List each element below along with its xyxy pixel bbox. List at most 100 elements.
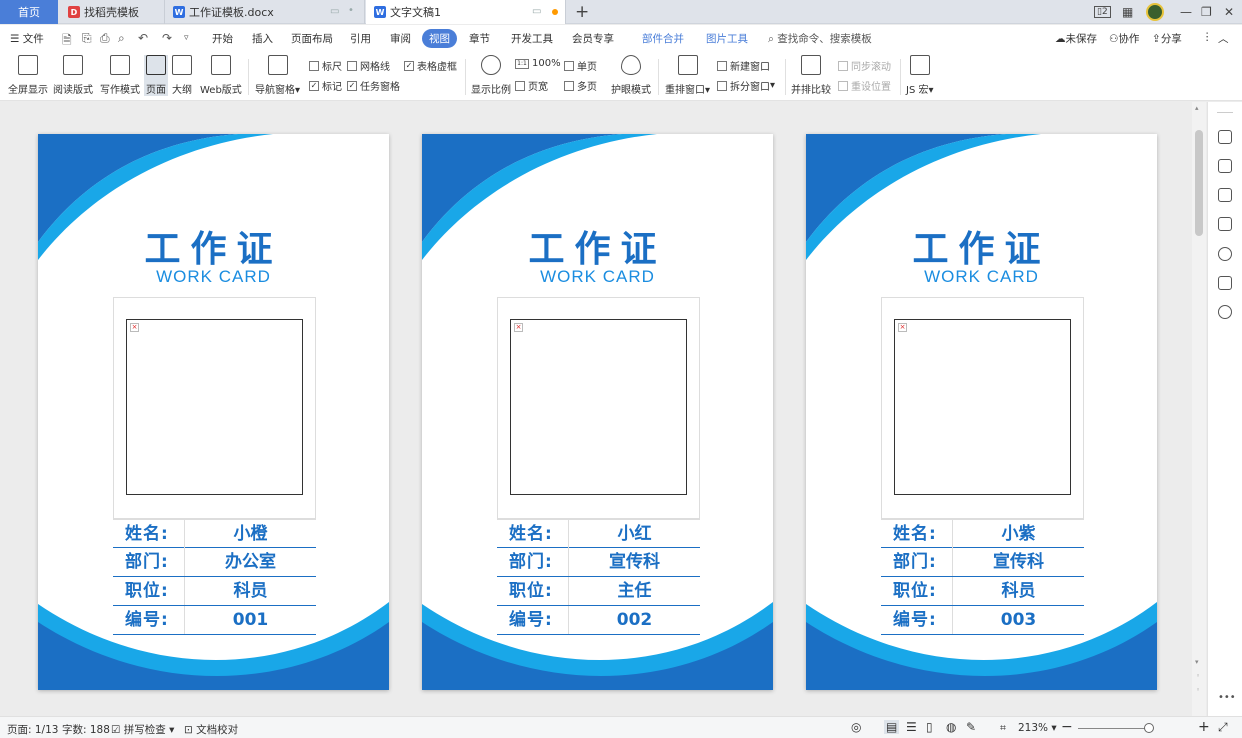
location-icon[interactable] xyxy=(1218,305,1232,319)
sync-scroll-button[interactable]: 同步滚动 xyxy=(838,58,891,73)
dept-value[interactable]: 办公室 xyxy=(184,548,316,576)
split-window-button[interactable]: 拆分窗口 ▾ xyxy=(717,78,775,93)
document-canvas[interactable]: 工作证 WORK CARD × 姓名: 小橙 部门: 办公室 职位: 科员 编号: 00… xyxy=(0,102,1192,716)
scroll-down-icon[interactable]: ▾ xyxy=(1195,658,1199,666)
quick-access-more-icon[interactable]: ▿ xyxy=(184,33,189,43)
position-value[interactable]: 主任 xyxy=(568,577,700,605)
zoom-ratio-button[interactable]: 显示比例 xyxy=(471,55,511,96)
undo-icon[interactable]: ↶ xyxy=(138,31,148,45)
unsaved-button[interactable]: ☁未保存 xyxy=(1055,31,1097,46)
web-status-icon[interactable]: ◍ xyxy=(946,720,956,734)
outline-button[interactable]: 大纲 xyxy=(172,55,192,96)
zoom-slider-knob[interactable] xyxy=(1144,723,1154,733)
window-count-button[interactable]: ▯2 xyxy=(1094,0,1111,24)
name-value[interactable]: 小紫 xyxy=(952,520,1084,548)
reading-status-icon[interactable]: ▯ xyxy=(926,720,933,734)
dept-value[interactable]: 宣传科 xyxy=(568,548,700,576)
dept-value[interactable]: 宣传科 xyxy=(952,548,1084,576)
markup-checkbox[interactable]: ✓ 标记 xyxy=(309,78,342,93)
menu-developer[interactable]: 开发工具 xyxy=(511,31,553,46)
table-border-checkbox[interactable]: ✓ 表格虚框 xyxy=(404,58,457,73)
photo-placeholder[interactable]: × xyxy=(126,319,303,495)
photo-placeholder[interactable]: × xyxy=(894,319,1071,495)
more-menu-icon[interactable]: ⋮ xyxy=(1202,31,1213,43)
reading-layout-button[interactable]: 阅读版式 xyxy=(53,55,93,96)
eye-mode-button[interactable]: 护眼模式 xyxy=(611,55,651,96)
tab-dock-icon[interactable]: ▭ xyxy=(330,6,339,17)
collapse-ribbon-icon[interactable]: ︿ xyxy=(1218,31,1229,46)
page-view-status-icon[interactable]: ▤ xyxy=(884,720,900,734)
avatar[interactable] xyxy=(1146,0,1164,24)
side-compare-button[interactable]: 并排比较 xyxy=(791,55,831,96)
task-pane-checkbox[interactable]: ✓ 任务窗格 xyxy=(347,78,400,93)
writing-mode-button[interactable]: 写作模式 xyxy=(100,55,140,96)
new-window-button[interactable]: 新建窗口 xyxy=(717,58,770,73)
command-search[interactable]: ⌕ 查找命令、搜索模板 xyxy=(768,31,872,46)
export-icon[interactable]: ⎘ xyxy=(82,31,92,46)
next-page-icon[interactable]: ◦ xyxy=(1196,686,1200,694)
name-value[interactable]: 小橙 xyxy=(184,520,316,548)
spell-check-button[interactable]: ☑ 拼写检查 ▾ xyxy=(111,722,174,737)
more-icon[interactable]: ••• xyxy=(1218,692,1236,703)
collaborate-button[interactable]: ⚇协作 xyxy=(1109,31,1139,46)
web-layout-button[interactable]: Web版式 xyxy=(200,55,242,96)
zoom-dropdown[interactable]: 213% ▾ xyxy=(1018,722,1057,734)
menu-section[interactable]: 章节 xyxy=(469,31,490,46)
menu-start[interactable]: 开始 xyxy=(212,31,233,46)
minimize-icon[interactable]: — xyxy=(1180,0,1192,24)
pen-icon[interactable] xyxy=(1218,159,1232,173)
vertical-scrollbar[interactable]: ▴ ▾ ◦ ◦ xyxy=(1192,102,1206,716)
ruler-checkbox[interactable]: 标尺 xyxy=(309,58,342,73)
work-card-page[interactable]: 工作证 WORK CARD × 姓名: 小红 部门: 宣传科 职位: 主任 编号: 00… xyxy=(422,134,773,690)
work-card-page[interactable]: 工作证 WORK CARD × 姓名: 小紫 部门: 宣传科 职位: 科员 编号: 00… xyxy=(806,134,1157,690)
app-grid-icon[interactable]: ▦ xyxy=(1122,0,1133,24)
fullscreen-button[interactable]: 全屏显示 xyxy=(8,55,48,96)
file-menu[interactable]: ☰ 文件 xyxy=(10,31,44,46)
nav-pane-button[interactable]: 导航窗格▾ xyxy=(255,55,300,96)
reset-position-button[interactable]: 重设位置 xyxy=(838,78,891,93)
share-button[interactable]: ⇪分享 xyxy=(1152,31,1182,46)
menu-part-merge[interactable]: 部件合并 xyxy=(642,31,684,46)
new-tab-icon[interactable]: + xyxy=(575,2,589,22)
menu-references[interactable]: 引用 xyxy=(350,31,371,46)
preview-icon[interactable]: ⌕ xyxy=(118,31,125,46)
work-card-page[interactable]: 工作证 WORK CARD × 姓名: 小橙 部门: 办公室 职位: 科员 编号: 00… xyxy=(38,134,389,690)
fit-page-icon[interactable]: ⌗ xyxy=(1000,722,1006,735)
rocket-icon[interactable] xyxy=(1218,130,1232,144)
doc-proof-button[interactable]: ⊡ 文档校对 xyxy=(184,722,238,737)
menu-review[interactable]: 审阅 xyxy=(390,31,411,46)
menu-insert[interactable]: 插入 xyxy=(252,31,273,46)
menu-picture-tools[interactable]: 图片工具 xyxy=(706,31,748,46)
image-settings-icon[interactable] xyxy=(1218,276,1232,290)
word-count[interactable]: 字数: 188 xyxy=(62,722,110,737)
number-value[interactable]: 003 xyxy=(952,606,1084,634)
sliders-icon[interactable] xyxy=(1218,217,1232,231)
redo-icon[interactable]: ↷ xyxy=(162,31,172,45)
zoom-in-button[interactable]: + xyxy=(1198,719,1210,735)
eye-mode-status-icon[interactable]: ◎ xyxy=(851,720,861,734)
name-value[interactable]: 小红 xyxy=(568,520,700,548)
rearrange-window-button[interactable]: 重排窗口▾ xyxy=(665,55,710,96)
menu-member[interactable]: 会员专享 xyxy=(572,31,614,46)
fullscreen-status-icon[interactable]: ⤢ xyxy=(1218,720,1228,735)
js-macro-button[interactable]: JS 宏▾ xyxy=(906,55,934,96)
tab-close-icon[interactable]: • xyxy=(348,5,354,16)
tab-dock-icon[interactable]: ▭ xyxy=(532,6,541,17)
zoom-out-button[interactable]: − xyxy=(1061,719,1073,735)
page-indicator[interactable]: 页面: 1/13 xyxy=(7,722,58,737)
zoom-slider-track[interactable] xyxy=(1078,728,1148,729)
save-icon[interactable]: 🗎 xyxy=(62,31,72,52)
position-value[interactable]: 科员 xyxy=(952,577,1084,605)
zoom-100-button[interactable]: 1:1 100% xyxy=(515,58,561,69)
page-width-button[interactable]: 页宽 xyxy=(515,78,548,93)
tab-active-doc[interactable]: W 文字文稿1 ▭ xyxy=(366,0,566,24)
menu-view[interactable]: 视图 xyxy=(422,29,457,48)
number-value[interactable]: 001 xyxy=(184,606,316,634)
print-icon[interactable]: ⎙ xyxy=(100,31,110,46)
prev-page-icon[interactable]: ◦ xyxy=(1196,672,1200,680)
single-page-button[interactable]: 单页 xyxy=(564,58,597,73)
restore-icon[interactable]: ❐ xyxy=(1201,0,1212,24)
tab-home[interactable]: 首页 xyxy=(0,0,58,24)
position-value[interactable]: 科员 xyxy=(184,577,316,605)
menu-page-layout[interactable]: 页面布局 xyxy=(291,31,333,46)
